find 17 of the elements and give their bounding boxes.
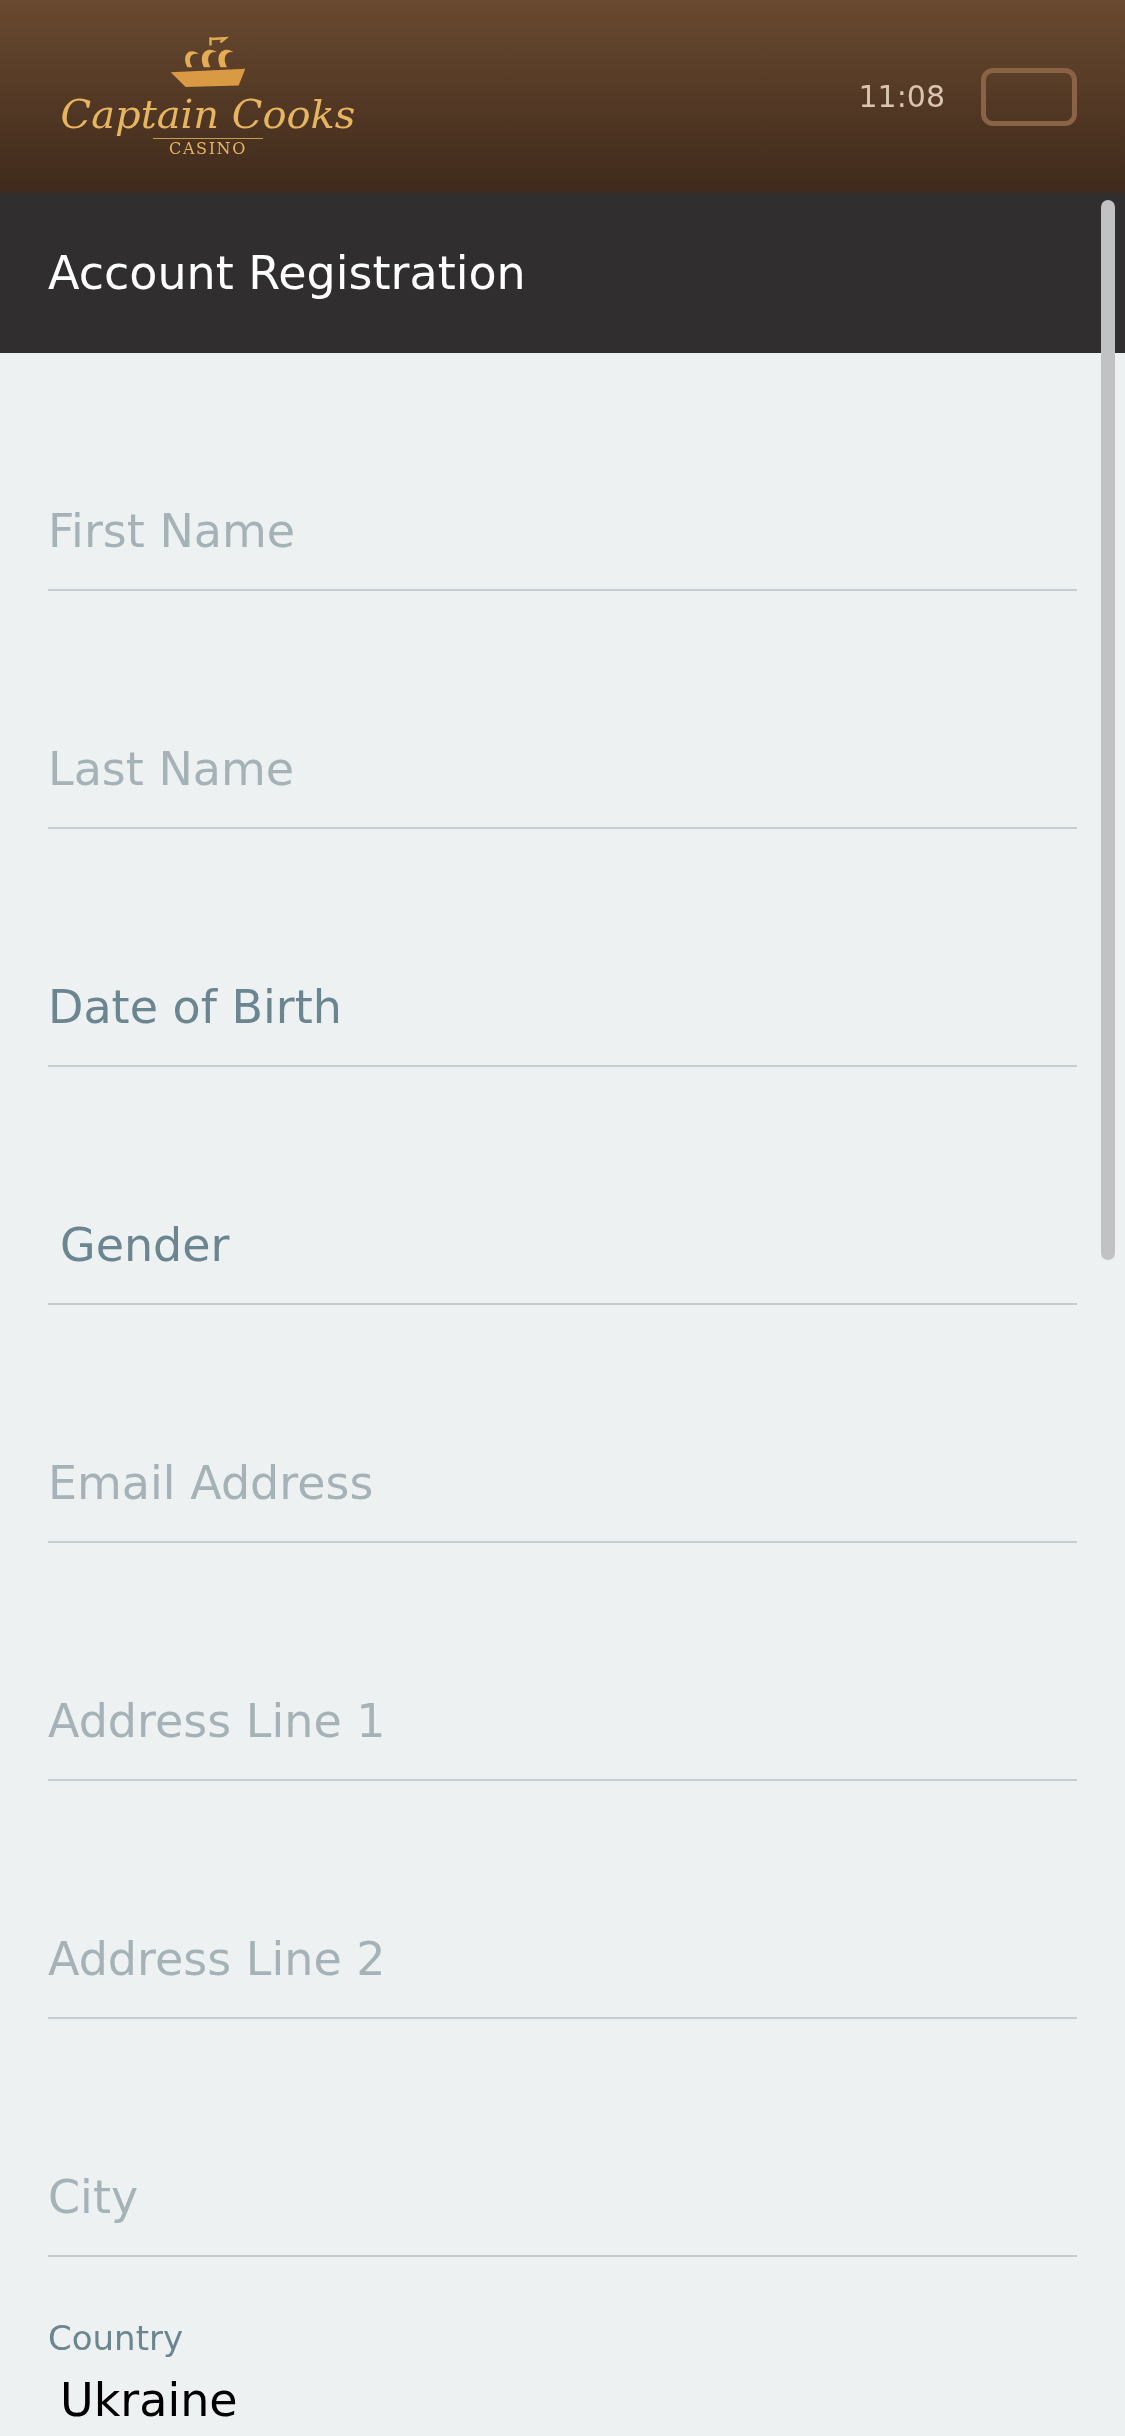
country-select[interactable]: Ukraine — [48, 2372, 1077, 2430]
select-field[interactable]: Date of Birth — [48, 949, 1077, 1067]
clock-time: 11:08 — [858, 78, 945, 116]
text-field[interactable]: Email Address — [48, 1425, 1077, 1543]
text-field[interactable]: First Name — [48, 473, 1077, 591]
logo-text: Captain Cooks — [60, 94, 356, 134]
logo-subtitle: CASINO — [153, 138, 263, 159]
scrollbar-thumb[interactable] — [1101, 200, 1115, 1260]
text-field[interactable]: Address Line 2 — [48, 1901, 1077, 2019]
text-field[interactable]: Address Line 1 — [48, 1663, 1077, 1781]
text-field[interactable]: Last Name — [48, 711, 1077, 829]
logo[interactable]: Captain Cooks CASINO — [48, 34, 368, 159]
text-field[interactable]: City — [48, 2139, 1077, 2257]
page-title: Account Registration — [48, 244, 526, 302]
field-label: Country — [48, 2317, 185, 2360]
select-field[interactable]: Gender — [48, 1187, 1077, 1305]
menu-button[interactable] — [981, 67, 1077, 126]
